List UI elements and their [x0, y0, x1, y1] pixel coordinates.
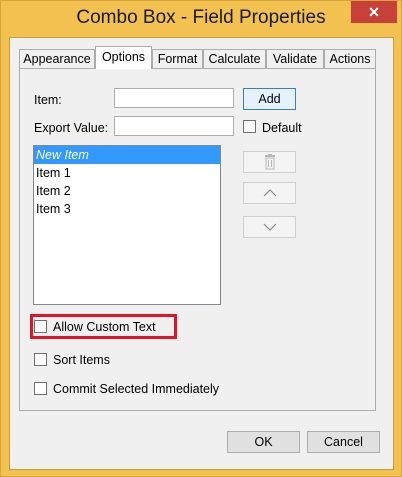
commit-immediately-label: Commit Selected Immediately: [53, 382, 220, 396]
dialog-body: Appearance Options Format Calculate Vali…: [9, 37, 394, 470]
list-item[interactable]: New Item: [34, 146, 220, 164]
sort-items-label: Sort Items: [53, 353, 110, 367]
options-panel: Item: Add Export Value: Default New Item…: [19, 68, 376, 411]
export-value-label: Export Value:: [34, 121, 109, 135]
tab-appearance[interactable]: Appearance: [19, 49, 95, 68]
list-item[interactable]: Item 2: [34, 182, 220, 200]
tab-validate[interactable]: Validate: [266, 49, 324, 68]
tab-options[interactable]: Options: [95, 46, 152, 69]
chevron-down-icon: [263, 223, 276, 231]
cancel-button[interactable]: Cancel: [307, 431, 380, 453]
commit-immediately-checkbox[interactable]: [34, 382, 47, 395]
trash-icon: [264, 154, 275, 170]
window-title: Combo Box - Field Properties: [76, 7, 326, 28]
title-bar[interactable]: Combo Box - Field Properties ✕: [1, 1, 401, 37]
sort-items-checkbox[interactable]: [34, 353, 47, 366]
export-value-input[interactable]: [114, 116, 234, 136]
add-button[interactable]: Add: [243, 88, 296, 110]
item-input[interactable]: [114, 88, 234, 108]
move-up-button[interactable]: [243, 182, 296, 204]
close-button[interactable]: ✕: [351, 1, 397, 23]
item-list[interactable]: New Item Item 1 Item 2 Item 3: [33, 145, 221, 305]
default-checkbox[interactable]: [243, 120, 256, 133]
move-down-button[interactable]: [243, 216, 296, 238]
allow-custom-text-checkbox[interactable]: [34, 320, 47, 333]
chevron-up-icon: [263, 189, 276, 197]
list-item[interactable]: Item 1: [34, 164, 220, 182]
tab-calculate[interactable]: Calculate: [203, 49, 266, 68]
allow-custom-text-label: Allow Custom Text: [53, 320, 156, 334]
delete-item-button[interactable]: [243, 151, 296, 173]
dialog-window: Combo Box - Field Properties ✕ Appearanc…: [0, 0, 402, 477]
default-label: Default: [262, 121, 302, 135]
tab-format[interactable]: Format: [152, 49, 203, 68]
ok-button[interactable]: OK: [227, 431, 300, 453]
tab-actions[interactable]: Actions: [324, 49, 376, 68]
item-label: Item:: [34, 93, 62, 107]
list-item[interactable]: Item 3: [34, 200, 220, 218]
close-icon: ✕: [368, 4, 380, 20]
